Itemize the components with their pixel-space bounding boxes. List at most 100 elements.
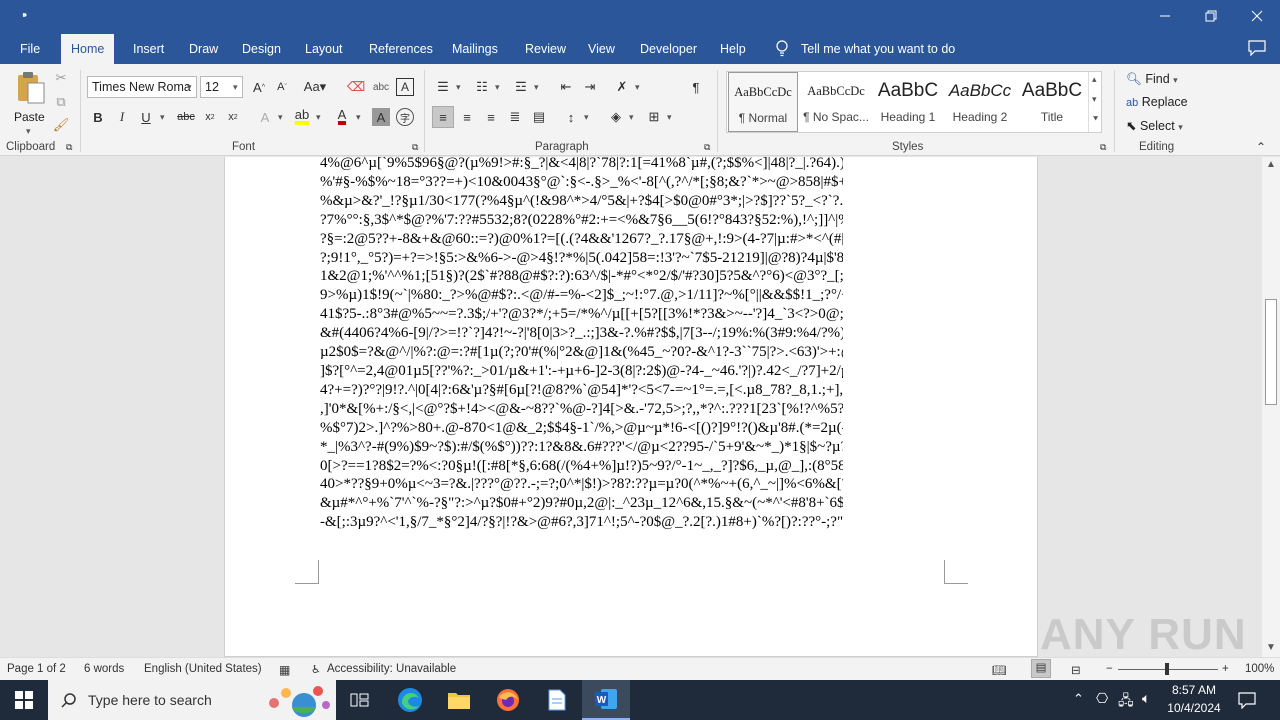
- align-left-icon[interactable]: ≡: [432, 106, 454, 128]
- document-line[interactable]: &µ#*^°+%`7'^`%-?§"?:>^µ?$0#+°2)9?#0µ,2@|…: [320, 494, 843, 513]
- borders-icon[interactable]: ⊞: [644, 108, 664, 126]
- document-body[interactable]: 4%@6^µ[`9%5$96§@?(µ%9!>#:§_?|&<4|8|?`78|…: [320, 157, 843, 532]
- close-button[interactable]: [1234, 0, 1280, 32]
- document-line[interactable]: ?;9!1°,_°5?)=+?=>!§5:>&%6->-@>4§!?*%|5(.…: [320, 249, 843, 268]
- document-line[interactable]: 4%@6^µ[`9%5$96§@?(µ%9!>#:§_?|&<4|8|?`78|…: [320, 157, 843, 173]
- text-effects-icon[interactable]: A: [256, 108, 274, 126]
- document-line[interactable]: -&[;:3µ9?^<'1,§/7_*§°2]4/?§?|!?&>@#6?,3]…: [320, 513, 843, 532]
- tab-insert[interactable]: Insert: [133, 42, 164, 56]
- shrink-font-icon[interactable]: Aˇ: [273, 78, 291, 96]
- taskbar-notepad[interactable]: [533, 680, 581, 720]
- tell-me-search[interactable]: Tell me what you want to do: [801, 42, 955, 56]
- quick-access-toolbar[interactable]: ⁍: [22, 9, 28, 22]
- change-case-icon[interactable]: Aa▾: [302, 78, 328, 96]
- taskbar-search[interactable]: Type here to search: [48, 680, 336, 720]
- vertical-scrollbar[interactable]: ▲ ▼: [1262, 157, 1280, 657]
- document-line[interactable]: %'#§-%$%~18=°3??=+)<10&0043§°@`:§<-.§>_%…: [320, 173, 843, 192]
- minimize-button[interactable]: [1142, 0, 1188, 32]
- clock-time[interactable]: 8:57 AM: [1168, 683, 1220, 697]
- web-layout-icon[interactable]: ⊟: [1071, 663, 1081, 677]
- tab-review[interactable]: Review: [525, 42, 566, 56]
- increase-indent-icon[interactable]: ⇥: [580, 78, 600, 96]
- italic-icon[interactable]: I: [114, 108, 130, 126]
- font-color-icon[interactable]: A: [333, 108, 351, 126]
- chevron-up-icon[interactable]: ⌃: [1073, 691, 1084, 707]
- print-layout-icon[interactable]: ▤: [1031, 659, 1051, 678]
- page-count[interactable]: Page 1 of 2: [7, 663, 66, 675]
- multilevel-list-icon[interactable]: ☲: [511, 78, 531, 96]
- accessibility-icon[interactable]: ♿︎: [311, 663, 321, 676]
- tab-mailings[interactable]: Mailings: [452, 42, 498, 56]
- align-center-icon[interactable]: ≡: [457, 108, 477, 126]
- underline-icon[interactable]: U: [138, 108, 154, 126]
- tab-help[interactable]: Help: [720, 42, 746, 56]
- superscript-icon[interactable]: x2: [225, 108, 241, 126]
- replace-button[interactable]: ab Replace: [1126, 95, 1188, 109]
- format-painter-icon[interactable]: 🖌: [53, 117, 70, 133]
- document-page[interactable]: 4%@6^µ[`9%5$96§@?(µ%9!>#:§_?|&<4|8|?`78|…: [224, 157, 1038, 657]
- scroll-up-icon[interactable]: ▲: [1266, 159, 1276, 170]
- zoom-in-icon[interactable]: +: [1222, 663, 1229, 675]
- language[interactable]: English (United States): [144, 663, 262, 675]
- document-line[interactable]: µ2$0$=?&@^/|%?:@=:?#[1µ(?;?0'#(%|°2&@]1&…: [320, 343, 843, 362]
- style-heading-1[interactable]: AaBbC Heading 1: [873, 72, 943, 132]
- comments-icon[interactable]: [1248, 40, 1266, 56]
- document-line[interactable]: 9>%µ)1$!9(~`|%80:_?>%@#$?:.<@/#-=%-<2]$_…: [320, 286, 843, 305]
- grow-font-icon[interactable]: A ^: [250, 78, 268, 96]
- document-line[interactable]: ?§=:2@5??+-8&+&@60::=?)@0%1?=[(.(?4&&'12…: [320, 230, 843, 249]
- style-title[interactable]: AaBbC Title: [1017, 72, 1087, 132]
- cut-icon[interactable]: ✂: [53, 70, 69, 86]
- justify-icon[interactable]: ≣: [505, 108, 525, 126]
- character-shading-icon[interactable]: A: [372, 108, 390, 126]
- styles-scroll[interactable]: ▴ ▾ ⯆: [1088, 72, 1102, 132]
- shading-icon[interactable]: ◈: [606, 108, 626, 126]
- taskbar-edge[interactable]: [386, 680, 434, 720]
- style-no-spacing[interactable]: AaBbCcDc ¶ No Spac...: [801, 72, 871, 132]
- styles-launcher-icon[interactable]: ⧉: [1100, 142, 1106, 153]
- word-count[interactable]: 6 words: [84, 663, 124, 675]
- distributed-icon[interactable]: ▤: [529, 108, 549, 126]
- taskbar-word[interactable]: W: [582, 680, 630, 720]
- paste-button[interactable]: Paste ▾: [10, 70, 50, 136]
- tab-references[interactable]: References: [369, 42, 433, 56]
- accessibility-status[interactable]: Accessibility: Unavailable: [327, 663, 456, 675]
- zoom-slider-thumb[interactable]: [1165, 663, 1169, 675]
- asian-layout-icon[interactable]: ✗: [612, 78, 632, 96]
- decrease-indent-icon[interactable]: ⇤: [556, 78, 576, 96]
- document-line[interactable]: %$°7)2>.]^?%>80+.@-870<1@&_2;$$4§-1`/%,>…: [320, 419, 843, 438]
- tab-layout[interactable]: Layout: [305, 42, 343, 56]
- task-view-button[interactable]: [336, 680, 384, 720]
- enclose-characters-icon[interactable]: 字: [396, 108, 414, 126]
- document-line[interactable]: 1&2@1;%'^^%1;[51§)?(2$`#?88@#$?:?):63^/$…: [320, 267, 843, 286]
- tab-design[interactable]: Design: [242, 42, 281, 56]
- style-heading-2[interactable]: AaBbCc Heading 2: [945, 72, 1015, 132]
- character-border-icon[interactable]: A: [396, 78, 414, 96]
- tab-draw[interactable]: Draw: [189, 42, 218, 56]
- clock-date[interactable]: 10/4/2024: [1166, 701, 1222, 715]
- subscript-icon[interactable]: x2: [202, 108, 218, 126]
- tab-developer[interactable]: Developer: [640, 42, 697, 56]
- font-launcher-icon[interactable]: ⧉: [412, 142, 418, 153]
- document-line[interactable]: 41$?5-.:8°3#@%5~~=?.3$;/+'?@3?*/;+5=/*%^…: [320, 305, 843, 324]
- notifications-icon[interactable]: [1238, 691, 1256, 709]
- document-line[interactable]: 0[>?==1?8$2=?%<:?0§µ!([:#8[*§,6:68(/(%4+…: [320, 457, 843, 476]
- taskbar-firefox[interactable]: [484, 680, 532, 720]
- style-normal[interactable]: AaBbCcDc ¶ Normal: [728, 72, 798, 132]
- scroll-down-icon[interactable]: ▼: [1266, 642, 1276, 653]
- network-icon[interactable]: 🖧︎: [1118, 690, 1134, 714]
- zoom-level[interactable]: 100%: [1245, 663, 1274, 675]
- numbering-icon[interactable]: ☷: [472, 78, 492, 96]
- tab-file[interactable]: File: [20, 42, 40, 56]
- highlight-color-icon[interactable]: ab: [292, 108, 312, 126]
- find-button[interactable]: 🔍︎ Find ▾: [1126, 72, 1178, 87]
- font-name-dropdown-icon[interactable]: ▾: [187, 82, 192, 93]
- clipboard-launcher-icon[interactable]: ⧉: [66, 142, 72, 153]
- font-name-input[interactable]: Times New Roma: [87, 76, 197, 98]
- volume-icon[interactable]: 🔈︎: [1142, 690, 1150, 707]
- clear-formatting-icon[interactable]: ⌫: [347, 78, 365, 96]
- read-mode-icon[interactable]: 📖︎: [992, 663, 1007, 677]
- collapse-ribbon-icon[interactable]: ⌃: [1256, 140, 1266, 154]
- paragraph-launcher-icon[interactable]: ⧉: [704, 142, 710, 153]
- camera-icon[interactable]: ⎔: [1096, 690, 1108, 707]
- tab-home[interactable]: Home: [61, 34, 115, 64]
